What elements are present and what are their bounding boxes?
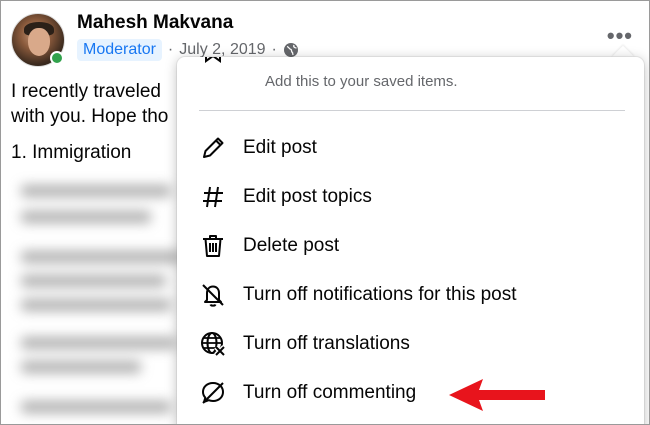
menu-item-label: Turn off commenting [243, 382, 417, 403]
post-heading: 1. Immigration [11, 142, 132, 163]
menu-item-edit-post[interactable]: Edit post [177, 125, 644, 171]
avatar-face [28, 28, 50, 56]
menu-item-edit-post-topics[interactable]: Edit post topics [177, 174, 644, 220]
hashtag-icon [199, 183, 227, 211]
post-options-menu: Add this to your saved items. Edit post … [177, 57, 644, 424]
author-name[interactable]: Mahesh Makvana [77, 12, 233, 34]
globe-icon [283, 43, 298, 57]
menu-item-label: Edit post topics [243, 186, 372, 207]
menu-item-turn-off-notifications[interactable]: Turn off notifications for this post [177, 272, 644, 318]
menu-item-delete-post[interactable]: Delete post [177, 223, 644, 269]
menu-item-turn-off-translations[interactable]: Turn off translations [177, 321, 644, 367]
menu-item-label: Delete post [243, 235, 340, 256]
comment-off-icon [199, 379, 227, 407]
menu-item-label: Turn off notifications for this post [243, 284, 517, 305]
menu-item-turn-off-commenting[interactable]: Turn off commenting [177, 370, 644, 416]
save-post-item[interactable]: Add this to your saved items. [199, 57, 639, 97]
blurred-post-content [1, 171, 201, 424]
menu-item-label: Turn off translations [243, 333, 410, 354]
online-status-dot [50, 51, 64, 65]
moderator-badge[interactable]: Moderator [77, 39, 162, 61]
pencil-icon [199, 134, 227, 162]
menu-divider [199, 110, 625, 111]
trash-icon [199, 232, 227, 260]
bell-off-icon [199, 281, 227, 309]
red-arrow-annotation [449, 379, 545, 411]
menu-item-label: Edit post [243, 137, 317, 158]
save-post-description: Add this to your saved items. [265, 73, 458, 90]
meta-separator: · [167, 41, 174, 58]
globe-translate-icon [199, 330, 227, 358]
facebook-post-screen: Mahesh Makvana Moderator · July 2, 2019 … [0, 0, 650, 425]
bookmark-icon [205, 57, 221, 63]
more-options-button[interactable]: ••• [607, 23, 633, 49]
